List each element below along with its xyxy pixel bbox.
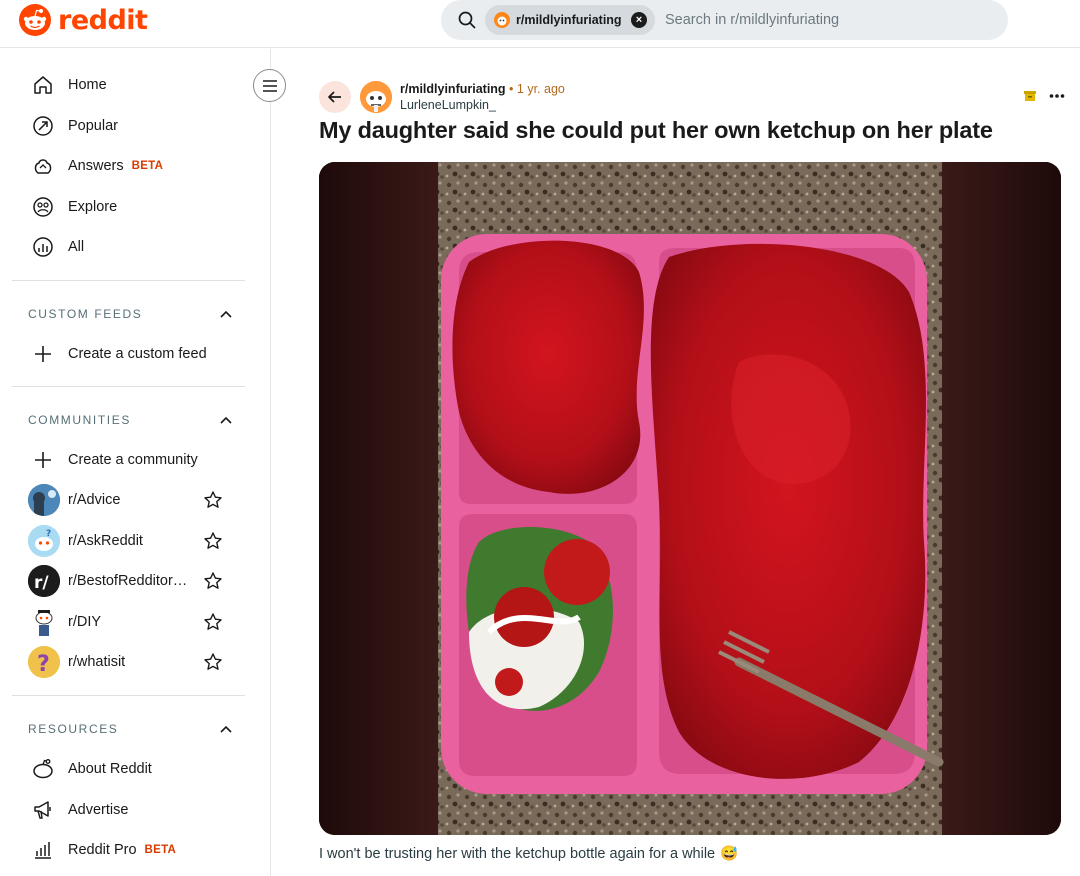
create-feed-label: Create a custom feed xyxy=(68,346,207,362)
beta-badge: BETA xyxy=(131,160,164,172)
all-icon xyxy=(28,232,58,262)
bar-chart-icon xyxy=(28,835,58,865)
top-header: reddit r/mildlyinfuriating × xyxy=(0,0,1080,48)
answers-icon xyxy=(28,151,58,181)
chevron-up-icon xyxy=(220,310,232,318)
sidebar-item-explore[interactable]: Explore xyxy=(28,187,253,227)
sidebar-item-label: Home xyxy=(68,77,107,93)
collapse-sidebar-button[interactable] xyxy=(253,69,286,102)
post-image[interactable] xyxy=(319,162,1061,835)
sweat-smile-emoji: 😅 xyxy=(720,846,739,862)
star-icon[interactable] xyxy=(203,612,223,632)
svg-text:?: ? xyxy=(37,652,50,677)
sidebar-item-community[interactable]: r/DIY xyxy=(28,602,253,642)
sidebar-item-advertise[interactable]: Advertise xyxy=(28,790,253,830)
sidebar-item-all[interactable]: All xyxy=(28,227,253,267)
reddit-logo[interactable]: reddit xyxy=(18,3,148,37)
search-scope-label: r/mildlyinfuriating xyxy=(516,13,622,27)
more-options-icon[interactable] xyxy=(1049,93,1065,99)
create-community-label: Create a community xyxy=(68,452,198,468)
community-label: r/DIY xyxy=(68,614,102,630)
sidebar-item-answers[interactable]: Answers BETA xyxy=(28,146,253,186)
create-custom-feed-button[interactable]: Create a custom feed xyxy=(28,334,253,374)
chevron-up-icon xyxy=(220,416,232,424)
sidebar-item-community[interactable]: r/ r/BestofRedditorUpdates xyxy=(28,561,253,601)
sidebar-item-home[interactable]: Home xyxy=(28,65,253,105)
sidebar-item-reddit-pro[interactable]: Reddit Pro BETA xyxy=(28,830,253,870)
explore-icon xyxy=(28,192,58,222)
section-title: RESOURCES xyxy=(28,722,119,736)
communities-header[interactable]: COMMUNITIES xyxy=(28,410,233,430)
post-caption: I won't be trusting her with the ketchup… xyxy=(319,845,739,863)
community-label: r/BestofRedditorUpdates xyxy=(68,573,190,589)
sidebar-item-community[interactable]: ? r/whatisit xyxy=(28,642,253,682)
caption-text: I won't be trusting her with the ketchup… xyxy=(319,845,716,862)
sidebar-item-label: Answers xyxy=(68,158,124,174)
popular-icon xyxy=(28,111,58,141)
sidebar-divider xyxy=(12,386,245,387)
sidebar-item-label: Explore xyxy=(68,199,118,215)
community-label: r/AskReddit xyxy=(68,533,143,549)
sidebar-item-label: Advertise xyxy=(68,802,129,818)
chevron-up-icon xyxy=(220,725,232,733)
search-scope-chip[interactable]: r/mildlyinfuriating × xyxy=(485,5,655,35)
search-input[interactable] xyxy=(665,0,995,40)
post-actions xyxy=(1023,89,1065,103)
post-meta: r/mildlyinfuriating • 1 yr. ago LurleneL… xyxy=(400,82,565,112)
community-label: r/Advice xyxy=(68,492,121,508)
sidebar-item-label: Popular xyxy=(68,118,118,134)
section-title: CUSTOM FEEDS xyxy=(28,307,143,321)
advice-community-icon xyxy=(28,484,60,516)
subreddit-link[interactable]: r/mildlyinfuriating xyxy=(400,82,506,96)
search-icon xyxy=(458,11,476,29)
menu-icon xyxy=(262,79,277,92)
subreddit-avatar-icon xyxy=(360,81,392,113)
reddit-alien-icon xyxy=(28,754,58,784)
post-main: r/mildlyinfuriating • 1 yr. ago LurleneL… xyxy=(271,49,1080,876)
custom-feeds-header[interactable]: CUSTOM FEEDS xyxy=(28,304,233,324)
resources-header[interactable]: RESOURCES xyxy=(28,719,233,739)
plus-icon xyxy=(28,445,58,475)
star-icon[interactable] xyxy=(203,652,223,672)
community-label: r/whatisit xyxy=(68,654,126,670)
archive-icon xyxy=(1024,91,1036,101)
sidebar-item-label: All xyxy=(68,239,85,255)
star-icon[interactable] xyxy=(203,531,223,551)
sidebar-item-label: About Reddit xyxy=(68,761,152,777)
post-time: • 1 yr. ago xyxy=(509,82,565,96)
whatisit-community-icon: ? xyxy=(28,646,60,678)
sidebar-item-popular[interactable]: Popular xyxy=(28,106,253,146)
sidebar-item-label: Reddit Pro xyxy=(68,842,137,858)
search-bar[interactable]: r/mildlyinfuriating × xyxy=(441,0,1008,40)
ketchup-plate-photo xyxy=(319,162,1061,835)
home-icon xyxy=(28,70,58,100)
reddit-alien-logo-icon xyxy=(19,4,51,36)
sidebar-divider xyxy=(12,280,245,281)
subreddit-chip-avatar-icon xyxy=(494,12,510,28)
sidebar-item-community[interactable]: r/Advice xyxy=(28,480,253,520)
section-title: COMMUNITIES xyxy=(28,413,131,427)
brand-name: reddit xyxy=(58,4,148,36)
arrow-left-icon xyxy=(328,91,341,103)
megaphone-icon xyxy=(28,795,58,825)
svg-text:?: ? xyxy=(46,529,51,539)
post-title: My daughter said she could put her own k… xyxy=(319,117,993,143)
subreddit-avatar[interactable] xyxy=(360,81,392,113)
left-sidebar: Home Popular Answers BETA Explore All CU… xyxy=(0,49,271,876)
askreddit-community-icon: ? xyxy=(28,525,60,557)
sidebar-item-community[interactable]: ? r/AskReddit xyxy=(28,521,253,561)
svg-text:r/: r/ xyxy=(34,573,49,593)
back-button[interactable] xyxy=(319,81,351,113)
sidebar-divider xyxy=(12,695,245,696)
bestofredditorupdates-community-icon: r/ xyxy=(28,565,60,597)
star-icon[interactable] xyxy=(203,490,223,510)
beta-badge: BETA xyxy=(144,844,177,856)
create-community-button[interactable]: Create a community xyxy=(28,440,253,480)
author-link[interactable]: LurleneLumpkin_ xyxy=(400,98,565,112)
plus-icon xyxy=(28,339,58,369)
star-icon[interactable] xyxy=(203,571,223,591)
diy-community-icon xyxy=(28,606,60,638)
remove-scope-close-icon[interactable]: × xyxy=(631,12,647,28)
sidebar-item-about-reddit[interactable]: About Reddit xyxy=(28,749,253,789)
